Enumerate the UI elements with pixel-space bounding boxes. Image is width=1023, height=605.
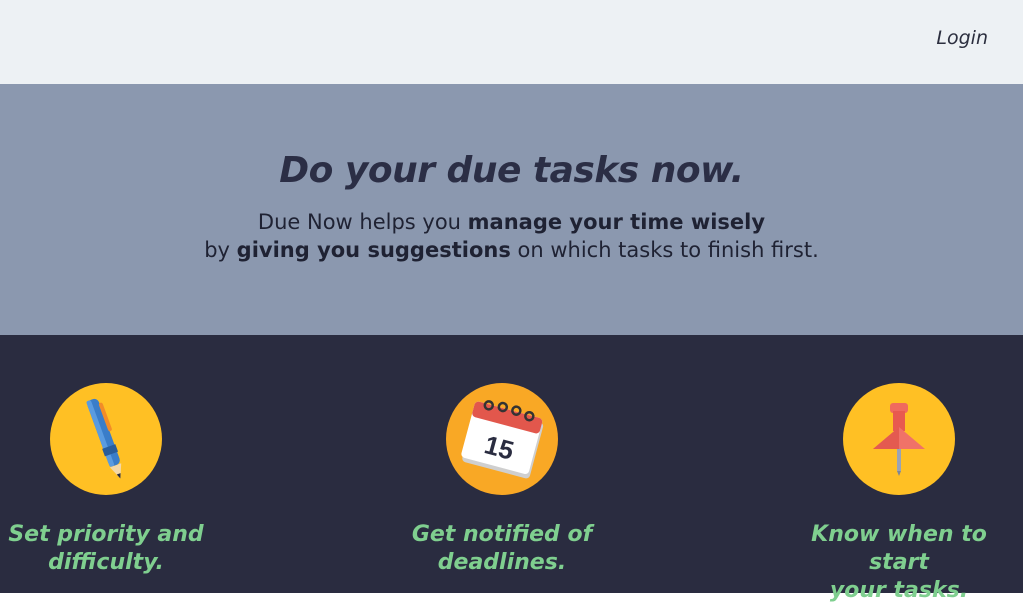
login-link[interactable]: Login (936, 27, 988, 49)
feature-deadlines: 15 Get notified of deadlines. (382, 335, 622, 593)
calendar-icon: 15 (446, 383, 558, 495)
hero-line2-prefix: by (204, 238, 237, 262)
feature-priority-label-line2: difficulty. (48, 550, 164, 575)
pen-icon (50, 383, 162, 495)
feature-start-time-label-line2: your tasks. (829, 578, 969, 603)
hero-line2-bold: giving you suggestions (236, 238, 511, 262)
hero-section: Do your due tasks now. Due Now helps you… (0, 84, 1023, 335)
feature-priority-label: Set priority and difficulty. (0, 521, 226, 577)
feature-start-time-label: Know when to start your tasks. (779, 521, 1019, 605)
hero-title: Do your due tasks now. (279, 150, 744, 191)
top-navbar: Login (0, 0, 1023, 84)
hero-line2-suffix: on which tasks to finish first. (510, 238, 819, 262)
hero-line1-bold: manage your time wisely (467, 210, 766, 234)
feature-deadlines-label: Get notified of deadlines. (382, 521, 622, 577)
feature-priority-label-line1: Set priority and (8, 522, 204, 547)
hero-line1-prefix: Due Now helps you (257, 210, 468, 234)
feature-priority: Set priority and difficulty. (0, 335, 226, 593)
pushpin-icon (843, 383, 955, 495)
feature-deadlines-label-line1: Get notified of (411, 522, 593, 547)
features-section: Set priority and difficulty. 15 Get noti… (0, 335, 1023, 603)
feature-start-time-label-line1: Know when to start (811, 522, 987, 575)
hero-description: Due Now helps you manage your time wisel… (0, 208, 1023, 264)
feature-deadlines-label-line2: deadlines. (437, 550, 567, 575)
feature-start-time: Know when to start your tasks. (779, 335, 1019, 603)
